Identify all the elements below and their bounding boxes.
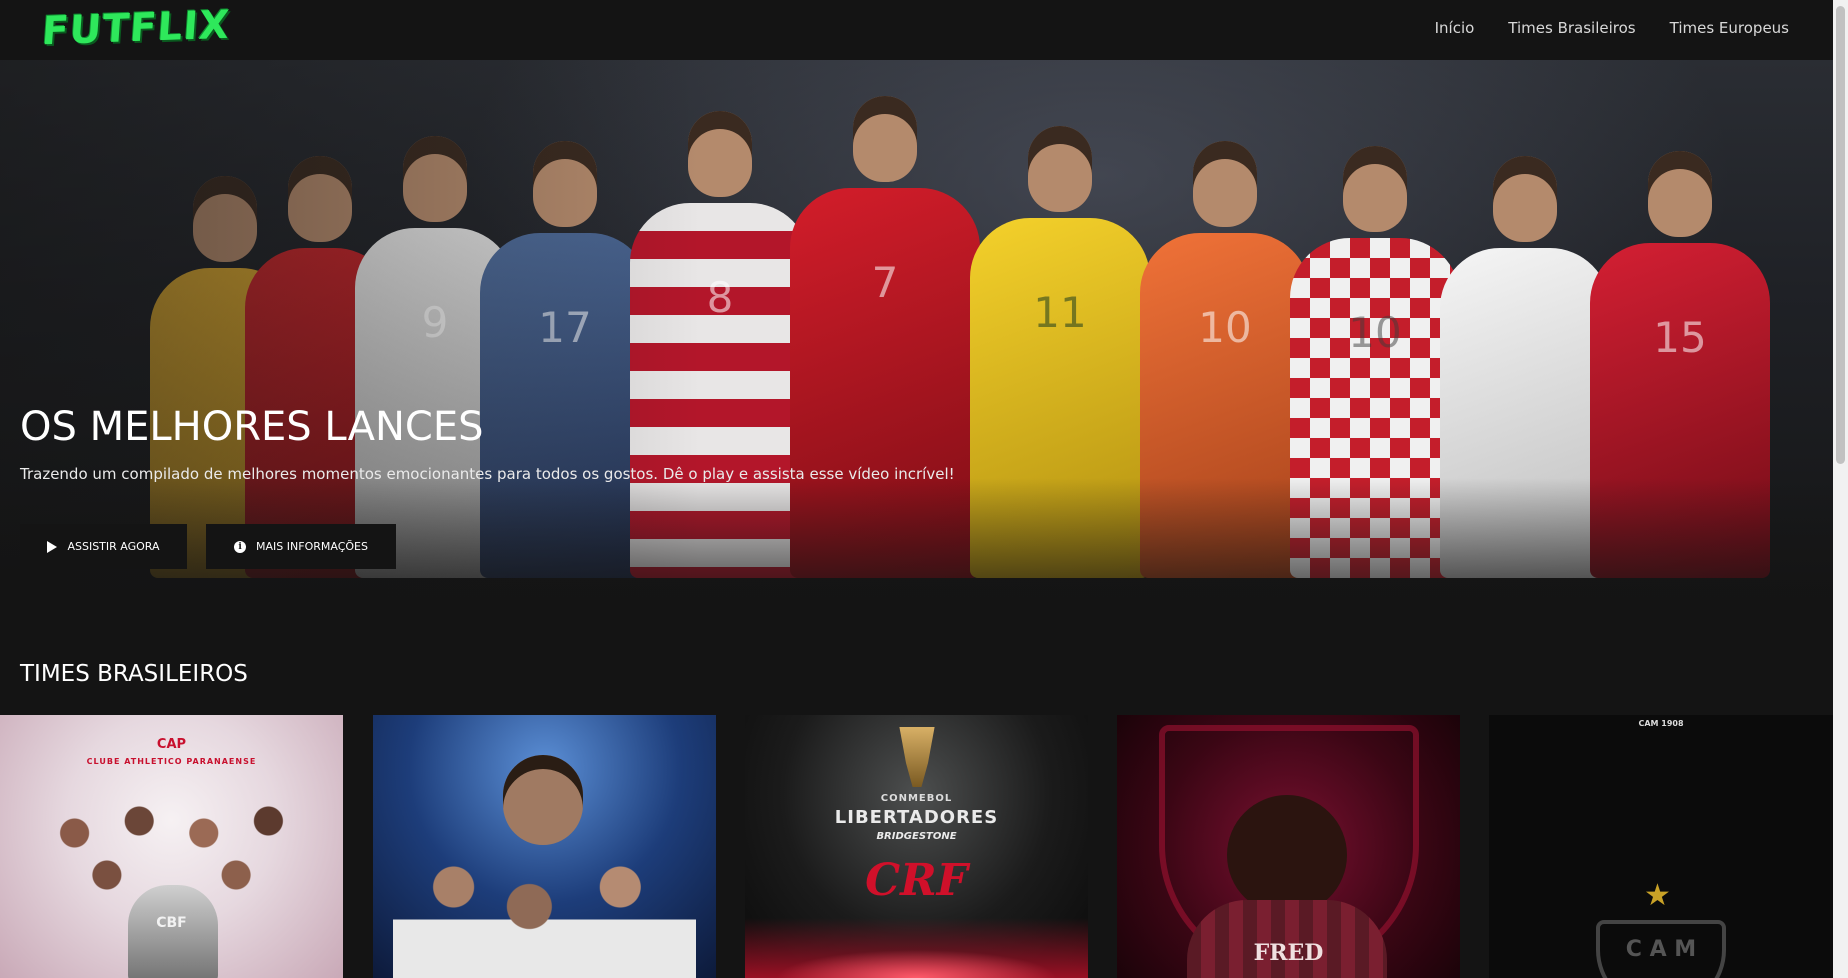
cam-header-text: CAM 1908 — [1638, 719, 1684, 728]
top-navbar: FUTFLIX Início Times Brasileiros Times E… — [0, 0, 1833, 60]
main-nav: Início Times Brasileiros Times Europeus — [1435, 19, 1789, 37]
stadium-lights — [745, 918, 1088, 978]
cam-shield-text: C A M — [1625, 937, 1697, 962]
trophy-icon — [899, 727, 935, 787]
nav-link-times-europeus[interactable]: Times Europeus — [1670, 19, 1789, 37]
section-title-times-brasileiros: TIMES BRASILEIROS — [20, 661, 248, 687]
team-card-corinthians[interactable] — [373, 715, 716, 978]
conmebol-text: CONMEBOL — [880, 793, 953, 804]
futflix-logo[interactable]: FUTFLIX — [40, 3, 231, 55]
coach-figure — [503, 755, 583, 845]
more-info-label: MAIS INFORMAÇÕES — [256, 540, 368, 553]
sponsor-text: BRIDGESTONE — [876, 831, 957, 842]
watch-now-label: ASSISTIR AGORA — [67, 540, 160, 553]
star-icon: ★ — [1644, 878, 1671, 913]
card-subtitle: CLUBE ATHLETICO PARANAENSE — [86, 757, 257, 766]
jersey-name: FRED — [1253, 940, 1324, 966]
team-card-athletico[interactable]: CAP CLUBE ATHLETICO PARANAENSE CBF — [0, 715, 343, 978]
trophy-icon — [128, 885, 218, 978]
team-card-fluminense[interactable]: FRED — [1117, 715, 1460, 978]
player-back-figure — [1227, 795, 1347, 915]
team-card-atletico-mineiro[interactable]: CAM 1908 ★ C A M — [1489, 715, 1833, 978]
team-carousel-row: CAP CLUBE ATHLETICO PARANAENSE CBF CONME… — [0, 715, 1833, 978]
libertadores-text: LIBERTADORES — [834, 807, 999, 828]
nav-link-times-brasileiros[interactable]: Times Brasileiros — [1508, 19, 1635, 37]
team-card-flamengo-libertadores[interactable]: CONMEBOL LIBERTADORES BRIDGESTONE CRF — [745, 715, 1088, 978]
info-icon: i — [234, 540, 247, 553]
player-group — [393, 848, 696, 978]
nav-link-inicio[interactable]: Início — [1435, 19, 1475, 37]
hero-description: Trazendo um compilado de melhores moment… — [20, 465, 955, 483]
crf-logo: CRF — [865, 855, 968, 906]
trophy-badge-text: CBF — [156, 915, 187, 931]
watch-now-button[interactable]: ASSISTIR AGORA — [20, 524, 187, 569]
page-scrollbar[interactable] — [1833, 0, 1848, 978]
card-crest-text: CAP — [156, 737, 187, 752]
hero-title: OS MELHORES LANCES — [20, 404, 484, 450]
more-info-button[interactable]: i MAIS INFORMAÇÕES — [206, 524, 396, 569]
play-icon — [47, 540, 58, 553]
jersey-figure — [1187, 900, 1387, 978]
scrollbar-thumb[interactable] — [1836, 6, 1845, 464]
